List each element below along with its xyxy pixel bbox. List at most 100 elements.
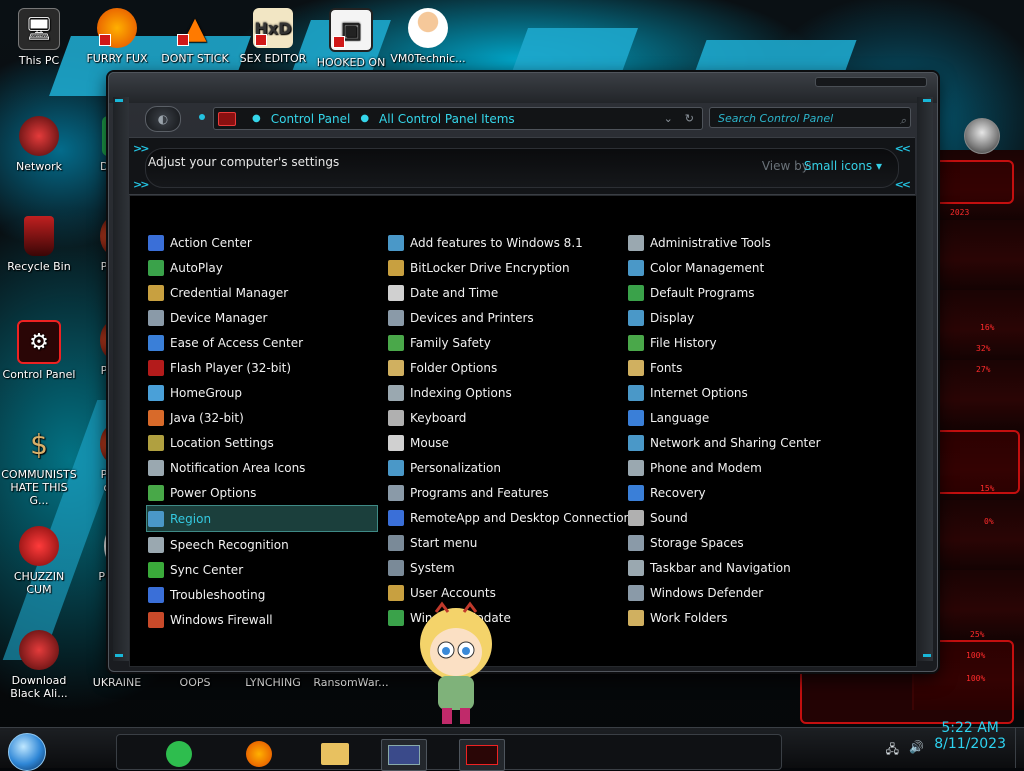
- cp-item-phone-and-modem[interactable]: Phone and Modem: [628, 455, 848, 480]
- back-forward-button[interactable]: ◐: [145, 106, 181, 132]
- cp-item-default-programs[interactable]: Default Programs: [628, 280, 848, 305]
- cp-item-flash-player-32-bit[interactable]: Flash Player (32-bit): [148, 355, 378, 380]
- cp-item-internet-options[interactable]: Internet Options: [628, 380, 848, 405]
- chuzzle-icon: [19, 526, 59, 566]
- cp-item-label: Sound: [650, 510, 688, 525]
- cp-item-color-management[interactable]: Color Management: [628, 255, 848, 280]
- clock-time: 5:22 AM: [941, 720, 999, 736]
- taskbar-file-explorer[interactable]: [313, 739, 357, 769]
- view-by-dropdown[interactable]: Small icons ▾: [804, 159, 882, 173]
- cp-item-sync-center[interactable]: Sync Center: [148, 557, 378, 582]
- cp-item-notification-area-icons[interactable]: Notification Area Icons: [148, 455, 378, 480]
- cp-item-administrative-tools[interactable]: Administrative Tools: [628, 230, 848, 255]
- cp-item-system[interactable]: System: [388, 555, 624, 580]
- cp-item-storage-spaces[interactable]: Storage Spaces: [628, 530, 848, 555]
- cp-item-family-safety[interactable]: Family Safety: [388, 330, 624, 355]
- cp-item-power-options[interactable]: Power Options: [148, 480, 378, 505]
- cp-item-file-history[interactable]: File History: [628, 330, 848, 355]
- cp-item-action-center[interactable]: Action Center: [148, 230, 378, 255]
- desktop-icon-label: FURRY FUX: [86, 52, 148, 65]
- cp-item-label: Indexing Options: [410, 385, 512, 400]
- taskbar-clock[interactable]: 5:22 AM 8/11/2023: [934, 720, 1006, 752]
- desktop-icon-label: This PC: [18, 54, 60, 67]
- taskbar-firefox[interactable]: [237, 739, 281, 769]
- cp-item-java-32-bit[interactable]: Java (32-bit): [148, 405, 378, 430]
- desktop-icon-dont-stick[interactable]: ▲ DONT STICK: [157, 8, 233, 65]
- search-box[interactable]: ⌕: [709, 107, 911, 128]
- cp-item-windows-firewall[interactable]: Windows Firewall: [148, 607, 378, 632]
- start-menu-icon: [388, 534, 404, 551]
- cp-item-device-manager[interactable]: Device Manager: [148, 305, 378, 330]
- desktop-icon-ransomware[interactable]: RansomWar...: [313, 676, 389, 689]
- desktop-icon-sex-editor[interactable]: HxD SEX EDITOR: [235, 8, 311, 65]
- cp-item-mouse[interactable]: Mouse: [388, 430, 624, 455]
- desktop-icon-lynching[interactable]: LYNCHING: [235, 676, 311, 689]
- wallpaper-readout: 0%: [984, 517, 994, 526]
- cp-item-language[interactable]: Language: [628, 405, 848, 430]
- cp-item-label: Internet Options: [650, 385, 748, 400]
- volume-icon[interactable]: 🔊: [909, 740, 924, 761]
- cp-item-date-and-time[interactable]: Date and Time: [388, 280, 624, 305]
- cp-item-label: Location Settings: [170, 435, 274, 450]
- remoteapp-icon: [388, 509, 404, 526]
- dropdown-arrow-icon: ▾: [875, 159, 882, 173]
- breadcrumb-all-items[interactable]: All Control Panel Items: [379, 112, 515, 126]
- vlc-cone-icon: ▲: [175, 8, 215, 48]
- taskbar-messages-app[interactable]: [157, 739, 201, 769]
- desktop-icon-download-black-ali[interactable]: Download Black Ali...: [1, 630, 77, 700]
- cp-item-recovery[interactable]: Recovery: [628, 480, 848, 505]
- cp-item-work-folders[interactable]: Work Folders: [628, 605, 848, 630]
- cp-item-location-settings[interactable]: Location Settings: [148, 430, 378, 455]
- window-title-bar[interactable]: [109, 73, 937, 103]
- cp-item-label: Personalization: [410, 460, 501, 475]
- cp-item-label: System: [410, 560, 455, 575]
- cp-item-fonts[interactable]: Fonts: [628, 355, 848, 380]
- desktop-icon-oops[interactable]: OOPS: [157, 676, 233, 689]
- cp-item-remoteapp-and-desktop-connections[interactable]: RemoteApp and Desktop Connections: [388, 505, 637, 530]
- mouse-icon: [388, 434, 404, 451]
- desktop-icon-furry-fux[interactable]: FURRY FUX: [79, 8, 155, 65]
- cp-item-homegroup[interactable]: HomeGroup: [148, 380, 378, 405]
- cp-item-credential-manager[interactable]: Credential Manager: [148, 280, 378, 305]
- desktop-icon-vm0technic[interactable]: VM0Technic...: [390, 8, 466, 65]
- desktop-icon-hooked-on[interactable]: ▣ HOOKED ON: [313, 8, 389, 69]
- cp-item-network-and-sharing-center[interactable]: Network and Sharing Center: [628, 430, 848, 455]
- taskbar-app-window[interactable]: [381, 739, 427, 771]
- chevron-right-icon: >>: [133, 178, 150, 191]
- desktop-icon-this-pc[interactable]: 🖥 This PC: [1, 8, 77, 67]
- search-icon[interactable]: ⌕: [900, 110, 906, 131]
- cp-item-keyboard[interactable]: Keyboard: [388, 405, 624, 430]
- refresh-icon[interactable]: ↻: [685, 112, 694, 125]
- cp-item-sound[interactable]: Sound: [628, 505, 848, 530]
- address-bar[interactable]: ● Control Panel ● All Control Panel Item…: [213, 107, 703, 130]
- start-button[interactable]: [8, 733, 46, 771]
- cp-item-autoplay[interactable]: AutoPlay: [148, 255, 378, 280]
- cp-item-label: Flash Player (32-bit): [170, 360, 292, 375]
- cp-item-start-menu[interactable]: Start menu: [388, 530, 624, 555]
- show-desktop-button[interactable]: [1015, 728, 1024, 768]
- cp-item-speech-recognition[interactable]: Speech Recognition: [148, 532, 378, 557]
- desktop-icon-ukraine[interactable]: UKRAINE: [79, 676, 155, 689]
- personalization-icon: [388, 459, 404, 476]
- indexing-icon: [388, 384, 404, 401]
- cp-item-folder-options[interactable]: Folder Options: [388, 355, 624, 380]
- dropdown-chevron-icon[interactable]: ⌄: [664, 112, 673, 125]
- cp-item-taskbar-and-navigation[interactable]: Taskbar and Navigation: [628, 555, 848, 580]
- breadcrumb-control-panel[interactable]: Control Panel: [271, 112, 351, 126]
- network-tray-icon[interactable]: 🖧: [886, 740, 899, 761]
- cp-item-troubleshooting[interactable]: Troubleshooting: [148, 582, 378, 607]
- cp-item-region[interactable]: Region: [146, 505, 378, 532]
- fonts-icon: [628, 359, 644, 376]
- search-input[interactable]: [716, 111, 900, 126]
- cp-item-windows-defender[interactable]: Windows Defender: [628, 580, 848, 605]
- cp-item-bitlocker-drive-encryption[interactable]: BitLocker Drive Encryption: [388, 255, 624, 280]
- cp-item-programs-and-features[interactable]: Programs and Features: [388, 480, 624, 505]
- firefox-icon: [97, 8, 137, 48]
- cp-item-personalization[interactable]: Personalization: [388, 455, 624, 480]
- cp-item-devices-and-printers[interactable]: Devices and Printers: [388, 305, 624, 330]
- taskbar-control-panel[interactable]: [459, 739, 505, 771]
- cp-item-display[interactable]: Display: [628, 305, 848, 330]
- cp-item-ease-of-access-center[interactable]: Ease of Access Center: [148, 330, 378, 355]
- cp-item-indexing-options[interactable]: Indexing Options: [388, 380, 624, 405]
- cp-item-add-features-to-windows-8-1[interactable]: Add features to Windows 8.1: [388, 230, 624, 255]
